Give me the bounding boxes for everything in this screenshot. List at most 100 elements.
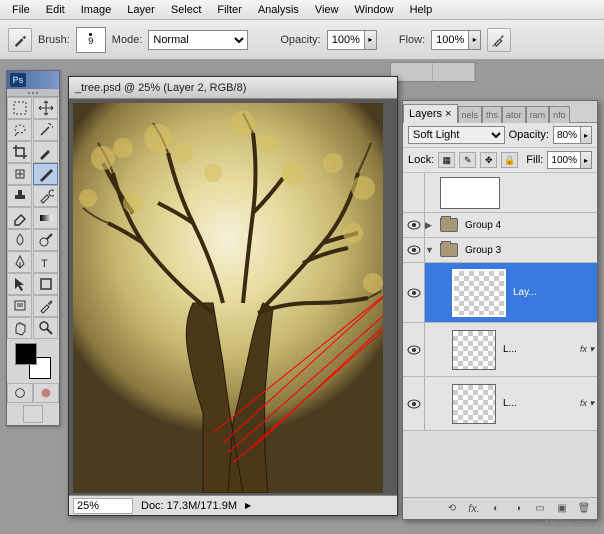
- folder-icon: [440, 218, 458, 232]
- menu-help[interactable]: Help: [402, 2, 441, 18]
- layer-row[interactable]: Lay...: [403, 263, 597, 323]
- layer-name[interactable]: L...: [499, 344, 580, 355]
- layer-thumbnail[interactable]: [452, 330, 496, 370]
- layer-group-row[interactable]: ▼ Group 3: [403, 238, 597, 263]
- blend-mode-select[interactable]: Normal: [148, 30, 248, 50]
- menu-view[interactable]: View: [307, 2, 347, 18]
- visibility-toggle[interactable]: [403, 238, 425, 262]
- tab-navigator[interactable]: ator: [502, 106, 526, 123]
- adjustment-layer-button[interactable]: ◑: [509, 501, 527, 517]
- layer-mask-button[interactable]: ◐: [487, 501, 505, 517]
- layer-group-row[interactable]: ▶ Group 4: [403, 213, 597, 238]
- standard-mode-button[interactable]: [7, 383, 33, 403]
- pen-tool[interactable]: [7, 251, 32, 273]
- mode-label: Mode:: [112, 34, 143, 46]
- flow-label: Flow:: [399, 34, 425, 46]
- color-swatches[interactable]: [15, 343, 51, 379]
- visibility-toggle[interactable]: [403, 173, 425, 212]
- flow-input[interactable]: 100%▸: [431, 30, 481, 50]
- layer-thumbnail[interactable]: [452, 269, 506, 317]
- visibility-toggle[interactable]: [403, 323, 425, 376]
- fx-badge[interactable]: fx ▾: [580, 344, 597, 355]
- zoom-tool[interactable]: [33, 317, 58, 339]
- lock-transparency-button[interactable]: ▦: [438, 152, 455, 168]
- layer-opacity-input[interactable]: 80%▸: [553, 126, 592, 144]
- marquee-tool[interactable]: [7, 97, 32, 119]
- lock-all-button[interactable]: 🔒: [501, 152, 518, 168]
- stamp-tool[interactable]: [7, 185, 32, 207]
- zoom-field[interactable]: 25%: [73, 498, 133, 514]
- canvas[interactable]: [73, 103, 383, 493]
- minimized-window-tabs[interactable]: [390, 62, 476, 82]
- menu-bar: File Edit Image Layer Select Filter Anal…: [0, 0, 604, 20]
- layer-name[interactable]: Group 4: [461, 220, 597, 231]
- layer-thumbnail[interactable]: [452, 384, 496, 424]
- history-brush-tool[interactable]: [33, 185, 58, 207]
- menu-layer[interactable]: Layer: [119, 2, 163, 18]
- expand-toggle[interactable]: ▼: [425, 245, 437, 255]
- visibility-toggle[interactable]: [403, 263, 425, 322]
- document-titlebar[interactable]: _tree.psd @ 25% (Layer 2, RGB/8): [69, 77, 397, 99]
- tab-channels[interactable]: nels: [458, 106, 483, 123]
- gradient-tool[interactable]: [33, 207, 58, 229]
- menu-select[interactable]: Select: [163, 2, 210, 18]
- menu-window[interactable]: Window: [346, 2, 401, 18]
- layer-row[interactable]: [403, 173, 597, 213]
- lasso-tool[interactable]: [7, 119, 32, 141]
- slice-tool[interactable]: [33, 141, 58, 163]
- eraser-tool[interactable]: [7, 207, 32, 229]
- move-tool[interactable]: [33, 97, 58, 119]
- layer-blend-mode-select[interactable]: Soft Light: [408, 126, 505, 144]
- menu-edit[interactable]: Edit: [38, 2, 73, 18]
- menu-analysis[interactable]: Analysis: [250, 2, 307, 18]
- menu-image[interactable]: Image: [73, 2, 120, 18]
- tab-info[interactable]: nfo: [549, 106, 570, 123]
- layer-row[interactable]: L... fx ▾: [403, 377, 597, 431]
- fill-input[interactable]: 100%▸: [547, 151, 592, 169]
- shape-tool[interactable]: [33, 273, 58, 295]
- expand-toggle[interactable]: ▶: [425, 220, 437, 231]
- foreground-color-swatch[interactable]: [15, 343, 37, 365]
- lock-position-button[interactable]: ✥: [480, 152, 497, 168]
- tab-layers[interactable]: Layers ×: [403, 104, 458, 123]
- tab-histogram[interactable]: ram: [526, 106, 550, 123]
- airbrush-button[interactable]: [487, 28, 511, 52]
- eyedropper-tool[interactable]: [33, 295, 58, 317]
- wand-tool[interactable]: [33, 119, 58, 141]
- type-tool[interactable]: T: [33, 251, 58, 273]
- layer-thumbnail[interactable]: [440, 177, 500, 209]
- lock-pixels-button[interactable]: ✎: [459, 152, 476, 168]
- layer-name[interactable]: Lay...: [509, 287, 597, 298]
- opacity-input[interactable]: 100%▸: [327, 30, 377, 50]
- tool-preset-button[interactable]: [8, 28, 32, 52]
- brush-preview[interactable]: 9: [76, 27, 106, 53]
- healing-tool[interactable]: [7, 163, 32, 185]
- tab-paths[interactable]: ths: [482, 106, 502, 123]
- path-select-tool[interactable]: [7, 273, 32, 295]
- doc-size-label: Doc: 17.3M/171.9M: [141, 500, 237, 512]
- crop-tool[interactable]: [7, 141, 32, 163]
- menu-file[interactable]: File: [4, 2, 38, 18]
- layer-row[interactable]: L... fx ▾: [403, 323, 597, 377]
- new-group-button[interactable]: ▭: [531, 501, 549, 517]
- link-layers-button[interactable]: ⟲: [443, 501, 461, 517]
- hand-tool[interactable]: [7, 317, 32, 339]
- blur-tool[interactable]: [7, 229, 32, 251]
- brush-label: Brush:: [38, 34, 70, 46]
- new-layer-button[interactable]: ▣: [553, 501, 571, 517]
- drag-handle[interactable]: [7, 89, 59, 97]
- delete-layer-button[interactable]: 🗑: [575, 501, 593, 517]
- layer-style-button[interactable]: fx.: [465, 501, 483, 517]
- layer-name[interactable]: Group 3: [461, 245, 597, 256]
- toolbox: Ps T: [6, 70, 60, 426]
- fx-badge[interactable]: fx ▾: [580, 398, 597, 409]
- dodge-tool[interactable]: [33, 229, 58, 251]
- layer-name[interactable]: L...: [499, 398, 580, 409]
- visibility-toggle[interactable]: [403, 213, 425, 237]
- quickmask-mode-button[interactable]: [33, 383, 59, 403]
- brush-tool[interactable]: [33, 163, 58, 185]
- menu-filter[interactable]: Filter: [209, 2, 249, 18]
- visibility-toggle[interactable]: [403, 377, 425, 430]
- screen-mode-button[interactable]: [23, 405, 43, 423]
- notes-tool[interactable]: [7, 295, 32, 317]
